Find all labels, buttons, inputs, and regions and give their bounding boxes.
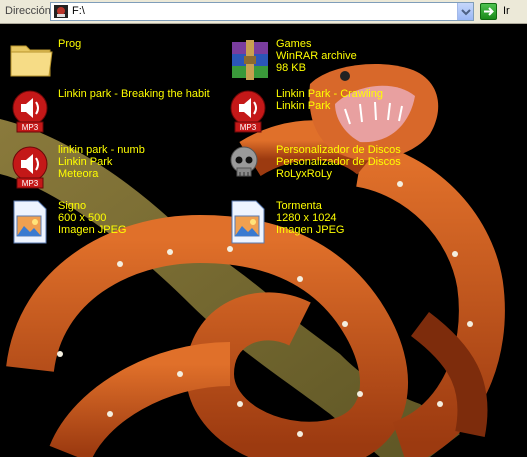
address-input[interactable]: F:\ <box>50 2 474 21</box>
file-detail-2: Imagen JPEG <box>58 224 127 236</box>
file-name: Linkin Park - Crawling <box>276 88 383 100</box>
mp3-icon: MP3 <box>12 90 48 133</box>
file-item-signo[interactable]: Signo 600 x 500 Imagen JPEG <box>8 198 218 250</box>
file-name: Games <box>276 38 312 50</box>
file-detail-1: Linkin Park <box>276 100 331 112</box>
file-name: Signo <box>58 200 87 212</box>
file-item-numb[interactable]: MP3 linkin park - numb Linkin Park Meteo… <box>8 142 218 194</box>
file-name: Personalizador de Discos <box>276 144 401 156</box>
file-detail-2: 98 KB <box>276 62 306 74</box>
go-label: Ir <box>503 5 510 17</box>
address-dropdown-button[interactable] <box>457 3 473 20</box>
address-bar: Dirección F:\ Ir <box>0 0 527 24</box>
file-item-tormenta[interactable]: Tormenta 1280 x 1024 Imagen JPEG <box>226 198 436 250</box>
mp3-icon: MP3 <box>230 90 266 133</box>
file-detail-2: Imagen JPEG <box>276 224 345 236</box>
file-item-breaking-the-habit[interactable]: MP3 Linkin park - Breaking the habit <box>8 86 218 138</box>
svg-text:MP3: MP3 <box>22 179 39 188</box>
svg-text:MP3: MP3 <box>240 123 257 132</box>
svg-text:MP3: MP3 <box>22 123 39 132</box>
address-path: F:\ <box>72 5 85 17</box>
go-button[interactable]: Ir <box>480 3 520 21</box>
folder-view: Prog Games WinRAR archive 98 KB MP3 Link… <box>0 24 527 457</box>
file-item-games[interactable]: Games WinRAR archive 98 KB <box>226 36 436 88</box>
file-detail-1: 1280 x 1024 <box>276 212 337 224</box>
drive-icon <box>54 5 68 18</box>
file-detail-1: 600 x 500 <box>58 212 107 224</box>
file-detail-2: Meteora <box>58 168 99 180</box>
address-label: Dirección <box>5 5 51 17</box>
file-detail-1: WinRAR archive <box>276 50 357 62</box>
file-item-crawling[interactable]: MP3 Linkin Park - Crawling Linkin Park <box>226 86 436 138</box>
jpeg-image-icon <box>13 200 47 244</box>
mp3-icon: MP3 <box>12 146 48 189</box>
file-detail-2: RoLyxRoLy <box>276 168 333 180</box>
file-name: Linkin park - Breaking the habit <box>58 88 210 100</box>
file-name: Tormenta <box>276 200 322 212</box>
chevron-down-icon <box>461 9 471 16</box>
file-name: linkin park - numb <box>58 144 145 156</box>
file-detail-1: Personalizador de Discos <box>276 156 401 168</box>
jpeg-image-icon <box>231 200 265 244</box>
file-item-personalizador[interactable]: Personalizador de Discos Personalizador … <box>226 142 436 194</box>
skull-icon <box>230 146 258 177</box>
winrar-icon <box>232 40 268 80</box>
file-detail-1: Linkin Park <box>58 156 113 168</box>
go-arrow-icon <box>480 3 497 20</box>
folder-icon <box>10 45 53 77</box>
file-name: Prog <box>58 38 82 50</box>
file-item-prog[interactable]: Prog <box>8 36 218 88</box>
